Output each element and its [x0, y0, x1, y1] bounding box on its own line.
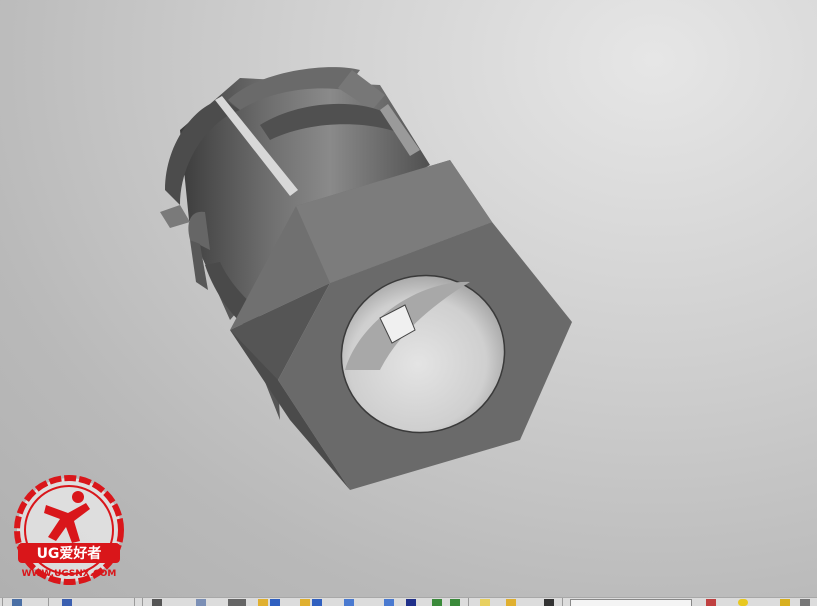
ugsnx-watermark-logo: UG爱好者 WWW.UGSNX.COM [14, 475, 124, 585]
watermark-url: WWW.UGSNX.COM [22, 569, 117, 579]
graphics-window[interactable]: UG爱好者 WWW.UGSNX.COM [0, 0, 817, 597]
watermark-brand: UG爱好者 [37, 545, 102, 562]
